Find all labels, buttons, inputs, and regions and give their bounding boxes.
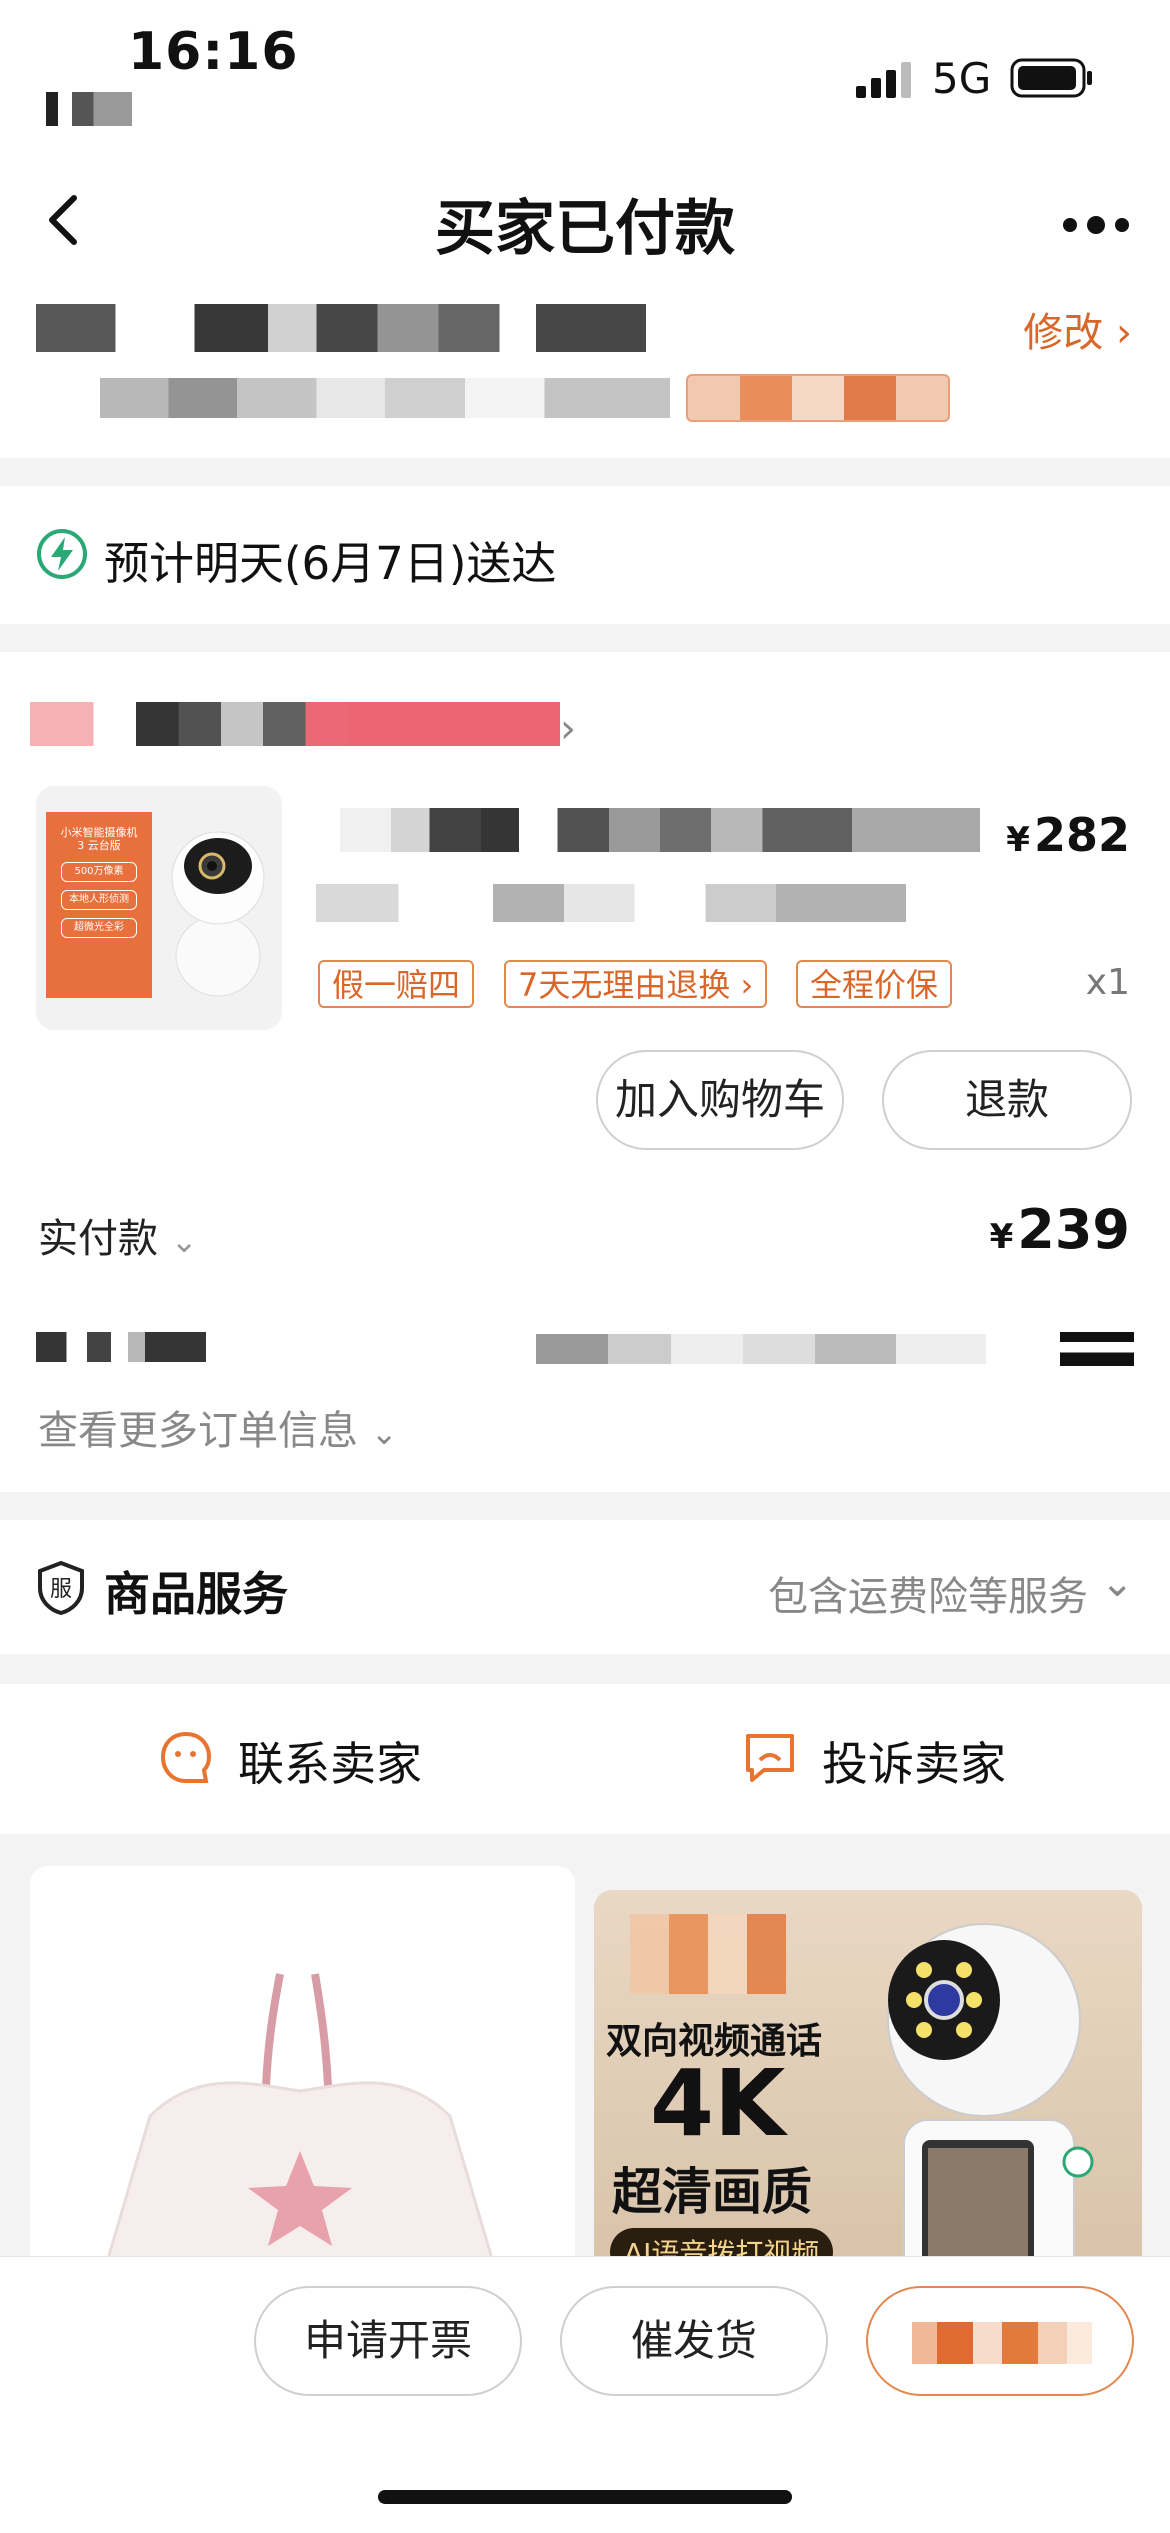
product-price: ¥282 xyxy=(1006,808,1130,862)
thumb-badge: 500万像素 xyxy=(61,862,137,882)
address-detail-redacted xyxy=(100,378,670,418)
more-dots-icon xyxy=(1063,216,1129,234)
shop-chevron-icon[interactable]: › xyxy=(560,706,576,752)
battery-icon xyxy=(1010,58,1094,98)
complain-seller-label: 投诉卖家 xyxy=(822,1737,1006,1791)
shop-name-redacted xyxy=(30,702,560,746)
thumb-title: 小米智能摄像机 3 云台版 xyxy=(60,826,138,852)
chevron-down-icon: ⌄ xyxy=(170,1222,198,1260)
signal-icon xyxy=(856,62,916,98)
product-thumbnail[interactable]: 小米智能摄像机 3 云台版 500万像素 本地人形侦测 超微光全彩 xyxy=(36,786,282,1030)
edit-label: 修改 xyxy=(1023,310,1104,356)
promo-4k: 4K xyxy=(650,2050,786,2157)
currency-symbol: ¥ xyxy=(989,1217,1014,1257)
complaint-chat-icon xyxy=(746,1734,794,1782)
service-title: 商品服务 xyxy=(104,1567,288,1621)
dual-camera-image xyxy=(887,1923,1094,2286)
promo-hd: 超清画质 xyxy=(612,2163,812,2221)
recommendation-card-left[interactable] xyxy=(30,1866,575,2286)
thumb-box-art: 小米智能摄像机 3 云台版 500万像素 本地人形侦测 超微光全彩 xyxy=(46,812,152,998)
network-label: 5G xyxy=(932,54,992,103)
more-info-label: 查看更多订单信息 xyxy=(38,1408,358,1454)
tag-7day-return[interactable]: 7天无理由退换 › xyxy=(504,960,768,1008)
primary-action-label-redacted xyxy=(912,2322,1092,2364)
delivery-estimate: 预计明天(6月7日)送达 xyxy=(104,537,557,590)
paid-amount: ¥239 xyxy=(990,1198,1130,1261)
home-indicator xyxy=(378,2490,792,2504)
recommendation-card-right[interactable]: 双向视频通话 4K 超清画质 AI语音拨打视频 xyxy=(594,1890,1142,2286)
sweater-image xyxy=(30,1866,575,2286)
product-quantity: x1 xyxy=(1085,962,1130,1003)
more-order-info-toggle[interactable]: 查看更多订单信息 ⌄ xyxy=(38,1398,398,1456)
status-time: 16:16 xyxy=(128,22,299,82)
smile-chat-icon xyxy=(160,1731,212,1783)
tag-7day-return-label: 7天无理由退换 xyxy=(518,966,731,1004)
copy-button-redacted[interactable] xyxy=(1060,1332,1134,1366)
address-name-redacted xyxy=(36,304,646,352)
add-to-cart-button[interactable]: 加入购物车 xyxy=(596,1050,844,1150)
address-tag-redacted xyxy=(686,374,950,422)
thumb-badge: 超微光全彩 xyxy=(61,918,137,938)
complain-seller-button[interactable]: 投诉卖家 xyxy=(742,1724,1042,1794)
service-icon-text: 服 xyxy=(50,1577,72,1602)
request-invoice-button[interactable]: 申请开票 xyxy=(254,2286,522,2396)
promo-brand-redacted xyxy=(630,1914,786,1994)
primary-action-button[interactable] xyxy=(866,2286,1134,2396)
chevron-down-icon: ⌄ xyxy=(370,1414,398,1452)
product-title-redacted xyxy=(340,808,980,852)
thumb-badge: 本地人形侦测 xyxy=(61,890,137,910)
page-title: 买家已付款 xyxy=(435,194,735,264)
status-carrier-redacted xyxy=(46,92,132,126)
paid-amount-value: 239 xyxy=(1017,1198,1130,1261)
more-options-button[interactable] xyxy=(1060,210,1132,240)
order-number-label-redacted xyxy=(36,1332,206,1362)
chevron-down-icon: ⌄ xyxy=(1100,1560,1134,1606)
service-description: 包含运费险等服务 xyxy=(768,1574,1088,1620)
product-spec-redacted xyxy=(316,884,906,922)
chevron-right-icon: › xyxy=(1116,310,1132,356)
contact-seller-button[interactable]: 联系卖家 xyxy=(158,1724,448,1794)
urge-shipping-button[interactable]: 催发货 xyxy=(560,2286,828,2396)
refund-button[interactable]: 退款 xyxy=(882,1050,1132,1150)
paid-label: 实付款 xyxy=(38,1216,158,1262)
lightning-icon xyxy=(36,528,88,580)
price-value: 282 xyxy=(1033,808,1130,862)
tag-counterfeit-guarantee: 假一赔四 xyxy=(318,960,475,1008)
order-number-value-redacted xyxy=(536,1334,986,1364)
edit-address-link[interactable]: 修改 › xyxy=(1023,300,1132,358)
contact-seller-label: 联系卖家 xyxy=(238,1737,422,1791)
currency-symbol: ¥ xyxy=(1006,820,1030,860)
tag-price-protection: 全程价保 xyxy=(796,960,953,1008)
camera-image xyxy=(166,816,270,1002)
service-shield-icon: 服 xyxy=(36,1560,86,1616)
paid-amount-toggle[interactable]: 实付款 ⌄ xyxy=(38,1206,198,1264)
